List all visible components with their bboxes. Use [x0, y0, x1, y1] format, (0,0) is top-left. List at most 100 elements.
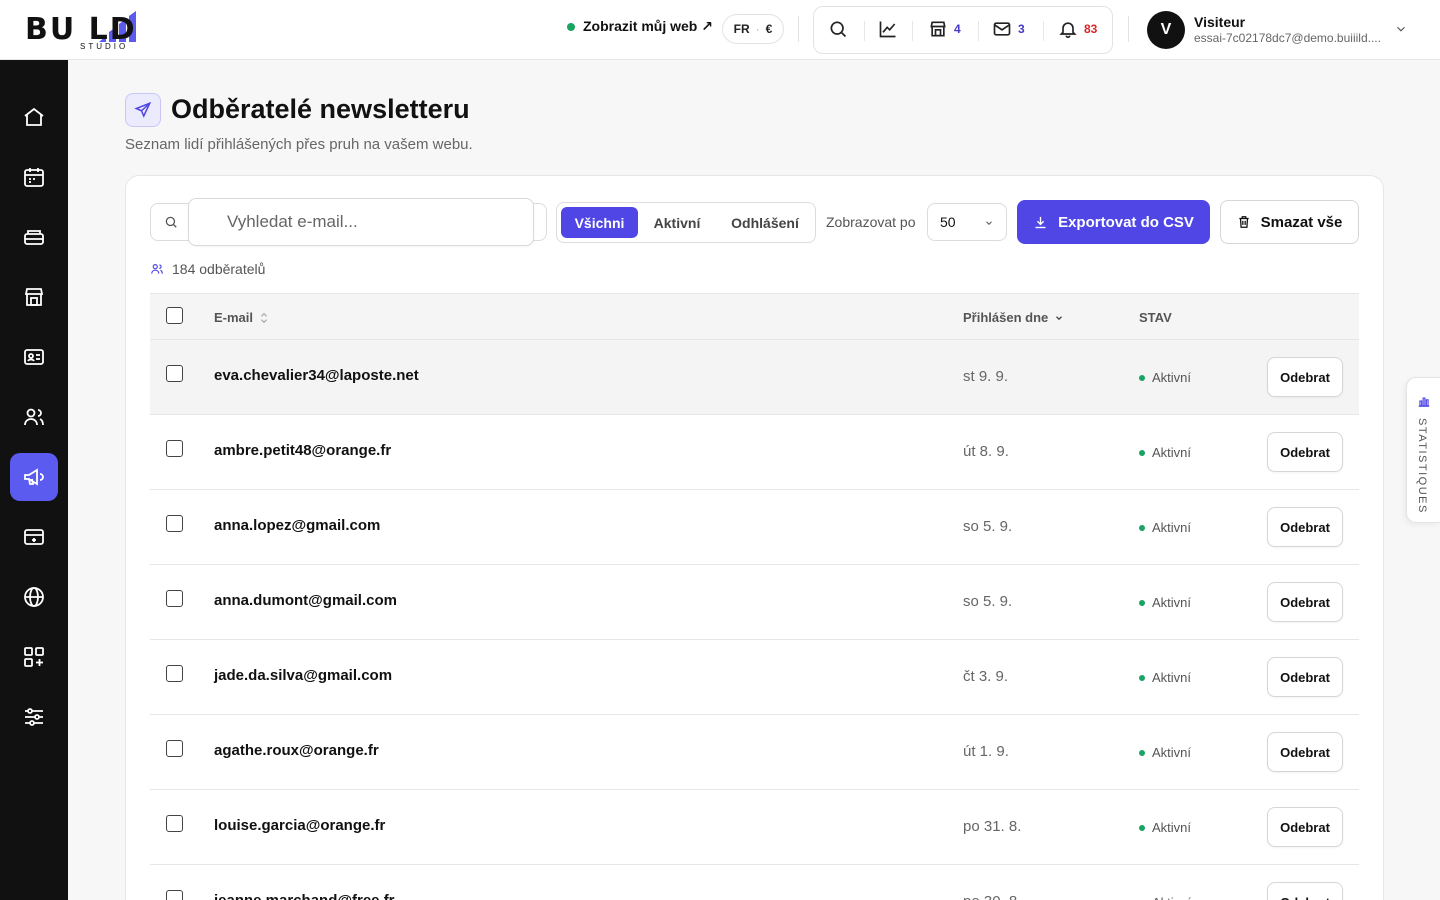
sidebar-item-home[interactable]: [10, 93, 58, 141]
sidebar-item-calendar[interactable]: [10, 153, 58, 201]
status-filter: Všichni Aktivní Odhlášení: [556, 202, 816, 243]
delete-all-button[interactable]: Smazat vše: [1220, 200, 1359, 244]
statistics-side-tab[interactable]: STATISTIQUES: [1406, 377, 1440, 523]
users-icon: [24, 408, 44, 426]
remove-button[interactable]: Odebrat: [1267, 432, 1343, 472]
orders-button[interactable]: 4: [928, 19, 961, 39]
remove-button[interactable]: Odebrat: [1267, 357, 1343, 397]
divider: [864, 21, 865, 41]
remove-button[interactable]: Odebrat: [1267, 582, 1343, 622]
filter-all[interactable]: Všichni: [561, 207, 638, 238]
status-badge: Aktivní: [1139, 370, 1191, 385]
sidebar-item-website[interactable]: [10, 573, 58, 621]
row-checkbox[interactable]: [166, 590, 183, 607]
search-input[interactable]: [188, 198, 534, 246]
per-page-label: Zobrazovat po: [826, 214, 916, 230]
sidebar-item-apps[interactable]: [10, 633, 58, 681]
row-checkbox[interactable]: [166, 440, 183, 457]
globe-icon: [24, 587, 44, 607]
subscriber-email: jade.da.silva@gmail.com: [214, 667, 393, 684]
filter-unsubscribed[interactable]: Odhlášení: [717, 207, 813, 238]
row-checkbox[interactable]: [166, 515, 183, 532]
sidebar-item-customers[interactable]: [10, 393, 58, 441]
status-dot: [1139, 749, 1145, 756]
user-email: essai-7c02178dc7@demo.buiiild....: [1194, 31, 1381, 45]
avatar[interactable]: V: [1147, 11, 1185, 49]
payment-card-icon: [24, 529, 44, 545]
column-status-label: STAV: [1139, 310, 1172, 325]
divider: [1128, 16, 1129, 42]
remove-button[interactable]: Odebrat: [1267, 732, 1343, 772]
messages-button[interactable]: 3: [992, 19, 1025, 39]
table-row: agathe.roux@orange.fr út 1. 9. Aktivní Odeb…: [150, 715, 1359, 790]
sidebar: [0, 60, 68, 900]
storefront-icon: [24, 288, 44, 306]
status-text: Aktivní: [1152, 820, 1192, 835]
chevron-down-icon[interactable]: [1394, 22, 1408, 36]
subscribed-date: st 9. 9.: [963, 368, 1009, 385]
row-checkbox[interactable]: [166, 740, 183, 757]
row-checkbox[interactable]: [166, 890, 183, 900]
sidebar-item-store[interactable]: [10, 273, 58, 321]
remove-button[interactable]: Odebrat: [1267, 807, 1343, 847]
column-date-header[interactable]: Přihlášen dne: [963, 310, 1064, 325]
language-currency-switch[interactable]: FR · €: [722, 14, 784, 44]
remove-button[interactable]: Odebrat: [1267, 507, 1343, 547]
user-name[interactable]: Visiteur: [1194, 14, 1245, 30]
sidebar-item-services[interactable]: [10, 213, 58, 261]
row-checkbox[interactable]: [166, 665, 183, 682]
subscriber-email: jeanne.marchand@free.fr: [214, 892, 395, 900]
select-all-checkbox[interactable]: [166, 307, 183, 324]
sidebar-item-newsletter[interactable]: [10, 453, 58, 501]
search-button[interactable]: [828, 19, 848, 39]
per-page-select[interactable]: 50: [927, 203, 1007, 241]
build-studio-logo[interactable]: BU LD STUDIO: [25, 8, 185, 54]
online-status-dot: [567, 22, 575, 31]
filter-active[interactable]: Aktivní: [641, 207, 713, 238]
subscriber-email: anna.lopez@gmail.com: [214, 517, 381, 534]
table-row: eva.chevalier34@laposte.net st 9. 9. Aktiv…: [150, 340, 1359, 415]
column-email-label: E-mail: [214, 310, 254, 325]
sliders-icon: [25, 708, 43, 726]
logo-subtitle: STUDIO: [80, 42, 129, 51]
notifications-button[interactable]: 83: [1058, 19, 1097, 39]
sidebar-item-payments[interactable]: [10, 513, 58, 561]
subscribed-date: út 8. 9.: [963, 443, 1009, 460]
status-text: Aktivní: [1152, 595, 1192, 610]
sidebar-item-contacts[interactable]: [10, 333, 58, 381]
row-checkbox[interactable]: [166, 365, 183, 382]
per-page-value: 50: [940, 214, 956, 230]
status-text: Aktivní: [1152, 895, 1191, 900]
tray-icon: [24, 230, 44, 245]
status-text: Aktivní: [1152, 370, 1192, 385]
page-title: Odběratelé newsletteru: [171, 94, 470, 124]
status-badge: Aktivní: [1139, 595, 1191, 610]
analytics-button[interactable]: [878, 19, 898, 39]
remove-button[interactable]: Odebrat: [1267, 657, 1343, 697]
status-dot: [1139, 599, 1145, 606]
subscriber-count: 184 odběratelů: [150, 261, 265, 277]
status-text: Aktivní: [1152, 670, 1192, 685]
status-text: Aktivní: [1152, 745, 1192, 760]
row-checkbox[interactable]: [166, 815, 183, 832]
search-icon: [830, 21, 847, 38]
top-bar: BU LD STUDIO Zobrazit můj web ↗ FR · € 4…: [0, 0, 1440, 60]
megaphone-icon: [24, 468, 44, 486]
view-site-link[interactable]: Zobrazit můj web ↗: [567, 18, 713, 35]
sidebar-item-settings[interactable]: [10, 693, 58, 741]
contact-card-icon: [24, 349, 44, 365]
divider: [798, 16, 799, 42]
paper-plane-icon: [134, 101, 152, 118]
status-badge: Aktivní: [1139, 520, 1191, 535]
table-row: jeanne.marchand@free.fr po 30. 8. Aktivní O…: [150, 865, 1359, 900]
remove-button[interactable]: Odebrat: [1267, 882, 1343, 900]
status-dot: [1139, 824, 1145, 831]
status-dot: [1139, 524, 1145, 531]
column-status-header: STAV: [1139, 310, 1172, 325]
apps-add-icon: [24, 647, 44, 667]
export-csv-label: Exportovat do CSV: [1058, 213, 1194, 231]
view-site-label: Zobrazit můj web ↗: [583, 18, 713, 34]
column-email-header[interactable]: E-mail: [214, 310, 269, 325]
export-csv-button[interactable]: Exportovat do CSV: [1017, 200, 1210, 244]
subscriber-email: ambre.petit48@orange.fr: [214, 442, 392, 459]
